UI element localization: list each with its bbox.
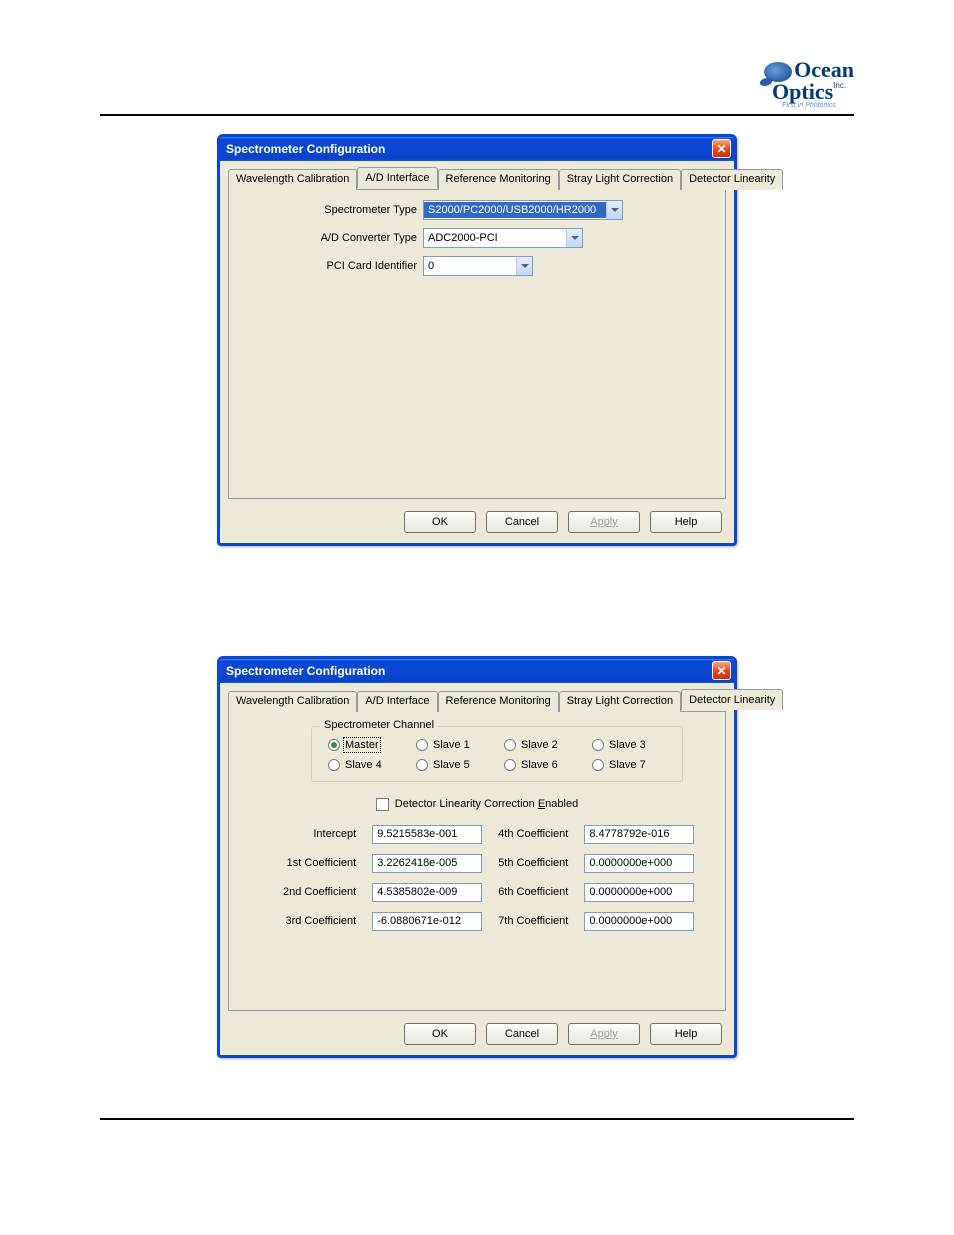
checkbox-linearity-enabled[interactable] (376, 798, 389, 811)
tab-reference-monitoring[interactable]: Reference Monitoring (438, 691, 559, 712)
apply-button[interactable]: Apply (568, 1023, 640, 1045)
help-button[interactable]: Help (650, 511, 722, 533)
radio-slave-3[interactable]: Slave 3 (592, 739, 666, 751)
ok-button[interactable]: OK (404, 1023, 476, 1045)
tab-detector-linearity[interactable]: Detector Linearity (681, 689, 783, 710)
radio-slave-6[interactable]: Slave 6 (504, 759, 578, 771)
brand-logo: Ocean OpticsInc. First in Photonics (100, 60, 854, 110)
divider-top (100, 114, 854, 116)
tab-ad-interface[interactable]: A/D Interface (357, 167, 437, 188)
tab-wavelength-calibration[interactable]: Wavelength Calibration (228, 691, 357, 712)
help-button[interactable]: Help (650, 1023, 722, 1045)
tab-ad-interface[interactable]: A/D Interface (357, 691, 437, 712)
input-coef-6[interactable] (584, 883, 694, 902)
dialog-button-row: OK Cancel Apply Help (220, 1017, 734, 1055)
tab-panel-ad-interface: Spectrometer Type S2000/PC2000/USB2000/H… (228, 189, 726, 499)
cancel-button[interactable]: Cancel (486, 1023, 558, 1045)
radio-master[interactable]: Master (328, 739, 402, 751)
combo-pci-card-identifier[interactable]: 0 (423, 256, 533, 276)
label-coef-7: 7th Coefficient (498, 915, 568, 927)
radio-icon (592, 739, 604, 751)
titlebar[interactable]: Spectrometer Configuration ✕ (220, 137, 734, 161)
window-title: Spectrometer Configuration (226, 142, 385, 156)
groupbox-spectrometer-channel: Spectrometer Channel Master Slave 1 (311, 726, 683, 782)
divider-bottom (100, 1118, 854, 1120)
input-intercept[interactable] (372, 825, 482, 844)
titlebar[interactable]: Spectrometer Configuration ✕ (220, 659, 734, 683)
radio-icon (328, 759, 340, 771)
label-coef-5: 5th Coefficient (498, 857, 568, 869)
chevron-down-icon[interactable] (516, 257, 532, 275)
checkbox-label-linearity-enabled[interactable]: Detector Linearity Correction Enabled (395, 798, 578, 810)
label-coef-4: 4th Coefficient (498, 828, 568, 840)
tab-panel-detector-linearity: Spectrometer Channel Master Slave 1 (228, 711, 726, 1011)
close-icon[interactable]: ✕ (712, 661, 731, 680)
globe-icon (764, 62, 792, 82)
tab-reference-monitoring[interactable]: Reference Monitoring (438, 169, 559, 190)
input-coef-7[interactable] (584, 912, 694, 931)
combo-ad-converter-type[interactable]: ADC2000-PCI (423, 228, 583, 248)
radio-slave-4[interactable]: Slave 4 (328, 759, 402, 771)
tab-stray-light-correction[interactable]: Stray Light Correction (559, 169, 681, 190)
ok-button[interactable]: OK (404, 511, 476, 533)
input-coef-1[interactable] (372, 854, 482, 873)
chevron-down-icon[interactable] (566, 229, 582, 247)
tab-strip: Wavelength Calibration A/D Interface Ref… (228, 691, 726, 712)
label-coef-2: 2nd Coefficient (283, 886, 356, 898)
cancel-button[interactable]: Cancel (486, 511, 558, 533)
window-title: Spectrometer Configuration (226, 664, 385, 678)
radio-icon (504, 739, 516, 751)
radio-icon (416, 739, 428, 751)
input-coef-5[interactable] (584, 854, 694, 873)
input-coef-3[interactable] (372, 912, 482, 931)
tab-stray-light-correction[interactable]: Stray Light Correction (559, 691, 681, 712)
combo-spectrometer-type[interactable]: S2000/PC2000/USB2000/HR2000 (423, 200, 623, 220)
tab-detector-linearity[interactable]: Detector Linearity (681, 169, 783, 190)
apply-button[interactable]: Apply (568, 511, 640, 533)
label-coef-3: 3rd Coefficient (283, 915, 356, 927)
label-coef-6: 6th Coefficient (498, 886, 568, 898)
radio-slave-2[interactable]: Slave 2 (504, 739, 578, 751)
input-coef-2[interactable] (372, 883, 482, 902)
radio-icon (328, 739, 340, 751)
label-ad-converter-type: A/D Converter Type (243, 232, 423, 244)
label-spectrometer-type: Spectrometer Type (243, 204, 423, 216)
radio-icon (592, 759, 604, 771)
radio-icon (416, 759, 428, 771)
radio-slave-7[interactable]: Slave 7 (592, 759, 666, 771)
group-legend: Spectrometer Channel (320, 719, 438, 731)
chevron-down-icon[interactable] (606, 201, 622, 219)
tab-wavelength-calibration[interactable]: Wavelength Calibration (228, 169, 357, 190)
coefficient-grid: Intercept 4th Coefficient 1st Coefficien… (283, 825, 691, 931)
radio-slave-1[interactable]: Slave 1 (416, 739, 490, 751)
dialog-button-row: OK Cancel Apply Help (220, 505, 734, 543)
tab-strip: Wavelength Calibration A/D Interface Ref… (228, 169, 726, 190)
input-coef-4[interactable] (584, 825, 694, 844)
dialog-spectrometer-config-ad: Spectrometer Configuration ✕ Wavelength … (217, 134, 737, 546)
close-icon[interactable]: ✕ (712, 139, 731, 158)
radio-icon (504, 759, 516, 771)
dialog-spectrometer-config-linearity: Spectrometer Configuration ✕ Wavelength … (217, 656, 737, 1058)
label-pci-card-identifier: PCI Card Identifier (243, 260, 423, 272)
label-intercept: Intercept (283, 828, 356, 840)
label-coef-1: 1st Coefficient (283, 857, 356, 869)
radio-slave-5[interactable]: Slave 5 (416, 759, 490, 771)
